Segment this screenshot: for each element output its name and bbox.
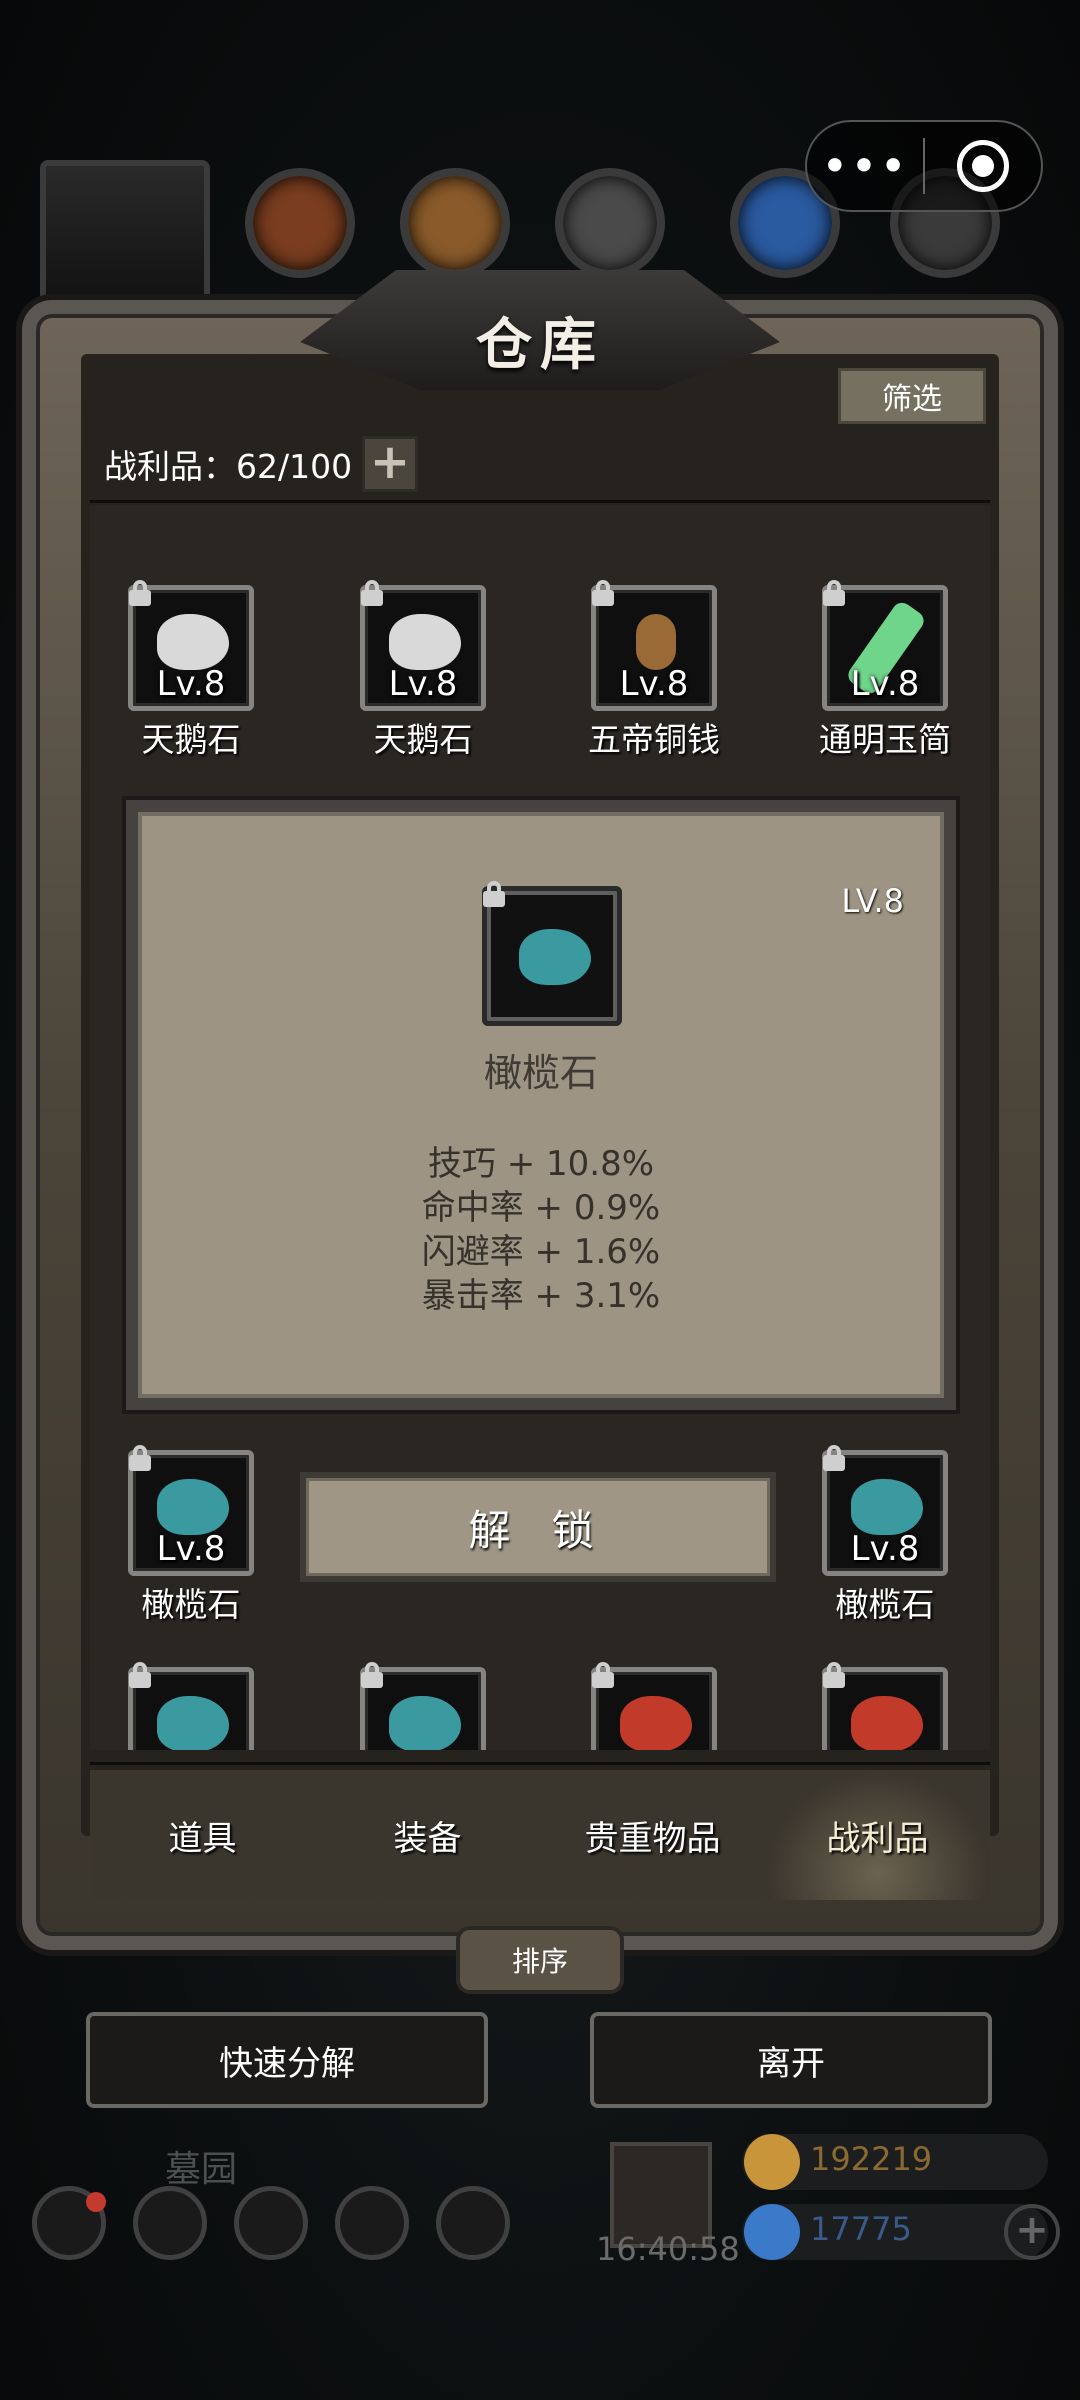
item-level: Lv.8	[850, 664, 920, 704]
notification-dot	[86, 2192, 106, 2212]
item-name: 橄榄石	[835, 1585, 935, 1624]
top-divider	[90, 500, 990, 503]
item-slot[interactable]	[323, 1662, 523, 1750]
tab-equipment[interactable]: 装备	[315, 1770, 540, 1900]
item-level: Lv.8	[156, 664, 226, 704]
item-level: Lv.8	[619, 664, 689, 704]
unlock-button[interactable]: 解 锁	[300, 1472, 776, 1582]
item-slot[interactable]: Lv.8 五帝铜钱	[554, 580, 754, 761]
item-level: Lv.8	[156, 1529, 226, 1569]
gem-icon	[744, 2204, 800, 2260]
popup-item-frame	[482, 881, 622, 1026]
location-label: 墓园	[165, 2149, 238, 2190]
gift-timer: 16:40:58	[596, 2230, 740, 2268]
hero-portrait[interactable]	[40, 160, 210, 310]
map-icon[interactable]	[234, 2186, 308, 2260]
stat-line: 技巧 + 10.8%	[427, 1144, 655, 1184]
tab-items[interactable]: 道具	[90, 1770, 315, 1900]
item-slot[interactable]	[554, 1662, 754, 1750]
leave-button[interactable]: 离开	[590, 2012, 992, 2108]
stat-line: 命中率 + 0.9%	[421, 1188, 661, 1228]
lock-icon	[821, 580, 847, 606]
mail-icon[interactable]	[335, 2186, 409, 2260]
lock-icon	[821, 1662, 847, 1688]
tab-loot[interactable]: 战利品	[765, 1770, 990, 1900]
tab-valuables[interactable]: 贵重物品	[540, 1770, 765, 1900]
target-ring	[956, 140, 1009, 192]
target-dot	[971, 155, 994, 177]
item-slot[interactable]: Lv.8 橄榄石	[91, 1445, 291, 1626]
iron-icon[interactable]	[555, 168, 665, 278]
item-slot[interactable]	[91, 1662, 291, 1750]
lock-icon	[127, 1445, 153, 1471]
wood-icon[interactable]	[400, 168, 510, 278]
copper-coins-icon	[636, 614, 676, 670]
item-detail-popup: LV.8 橄榄石 技巧 + 10.8% 命中率 + 0.9% 闪避率 + 1.6…	[126, 800, 956, 1410]
item-name: 五帝铜钱	[588, 720, 720, 759]
shop-icon[interactable]	[436, 2186, 510, 2260]
filter-button[interactable]: 筛选	[838, 368, 986, 424]
item-frame: Lv.8	[360, 580, 486, 711]
item-frame	[591, 1662, 717, 1750]
item-slot[interactable]: Lv.8 通明玉简	[785, 580, 985, 761]
popup-item-name: 橄榄石	[483, 1051, 598, 1095]
item-name: 通明玉简	[819, 720, 951, 759]
item-frame	[128, 1662, 254, 1750]
target-icon[interactable]	[925, 140, 1041, 192]
swan-stone-icon	[389, 614, 461, 670]
achievement-icon[interactable]	[133, 2186, 207, 2260]
olivine-icon	[519, 929, 591, 985]
item-frame: Lv.8	[128, 1445, 254, 1576]
item-name: 橄榄石	[141, 1585, 241, 1624]
olivine-icon	[389, 1696, 461, 1750]
swan-stone-icon	[157, 614, 229, 670]
item-slot[interactable]: Lv.8 橄榄石	[785, 1445, 985, 1626]
gem-amount: 17775	[810, 2210, 912, 2248]
stat-line: 闪避率 + 1.6%	[421, 1232, 661, 1272]
item-frame	[360, 1662, 486, 1750]
olivine-icon	[157, 1479, 229, 1535]
window-title: 仓库	[476, 312, 604, 378]
item-frame: Lv.8	[822, 1445, 948, 1576]
miniprogram-capsule: •••	[805, 120, 1043, 212]
gold-amount: 192219	[810, 2140, 933, 2178]
ruby-icon	[620, 1696, 692, 1750]
popup-level: LV.8	[841, 882, 904, 920]
stat-line: 暴击率 + 3.1%	[421, 1276, 661, 1316]
lock-icon	[127, 580, 153, 606]
stat-list: 技巧 + 10.8% 命中率 + 0.9% 闪避率 + 1.6% 暴击率 + 3…	[138, 1142, 944, 1318]
lock-icon	[127, 1662, 153, 1688]
add-currency-icon[interactable]: +	[1004, 2204, 1060, 2260]
lock-icon	[821, 1445, 847, 1471]
sort-button[interactable]: 排序	[456, 1926, 624, 1994]
lock-icon	[590, 580, 616, 606]
item-slot[interactable]: Lv.8 天鹅石	[323, 580, 523, 761]
item-level: Lv.8	[388, 664, 458, 704]
olivine-icon	[851, 1479, 923, 1535]
item-slot[interactable]: Lv.8 天鹅石	[91, 580, 291, 761]
olivine-icon	[157, 1696, 229, 1750]
item-name: 天鹅石	[373, 720, 473, 759]
item-name: 天鹅石	[141, 720, 241, 759]
item-frame: Lv.8	[591, 580, 717, 711]
lock-icon	[359, 580, 385, 606]
item-frame: Lv.8	[822, 580, 948, 711]
lock-icon	[481, 881, 507, 907]
item-frame	[822, 1662, 948, 1750]
lock-icon	[359, 1662, 385, 1688]
loot-count: 战利品：62/100	[104, 447, 353, 486]
item-level: Lv.8	[850, 1529, 920, 1569]
bottom-divider	[90, 1762, 990, 1765]
item-slot[interactable]	[785, 1662, 985, 1750]
ruby-icon	[851, 1696, 923, 1750]
ore-red-icon[interactable]	[245, 168, 355, 278]
category-tabs: 道具 装备 贵重物品 战利品	[90, 1770, 990, 1900]
quick-decompose-button[interactable]: 快速分解	[86, 2012, 488, 2108]
item-frame: Lv.8	[128, 580, 254, 711]
gold-coin-icon	[744, 2134, 800, 2190]
expand-capacity-button[interactable]: +	[362, 436, 418, 492]
lock-icon	[590, 1662, 616, 1688]
more-dots-icon[interactable]: •••	[807, 139, 923, 193]
